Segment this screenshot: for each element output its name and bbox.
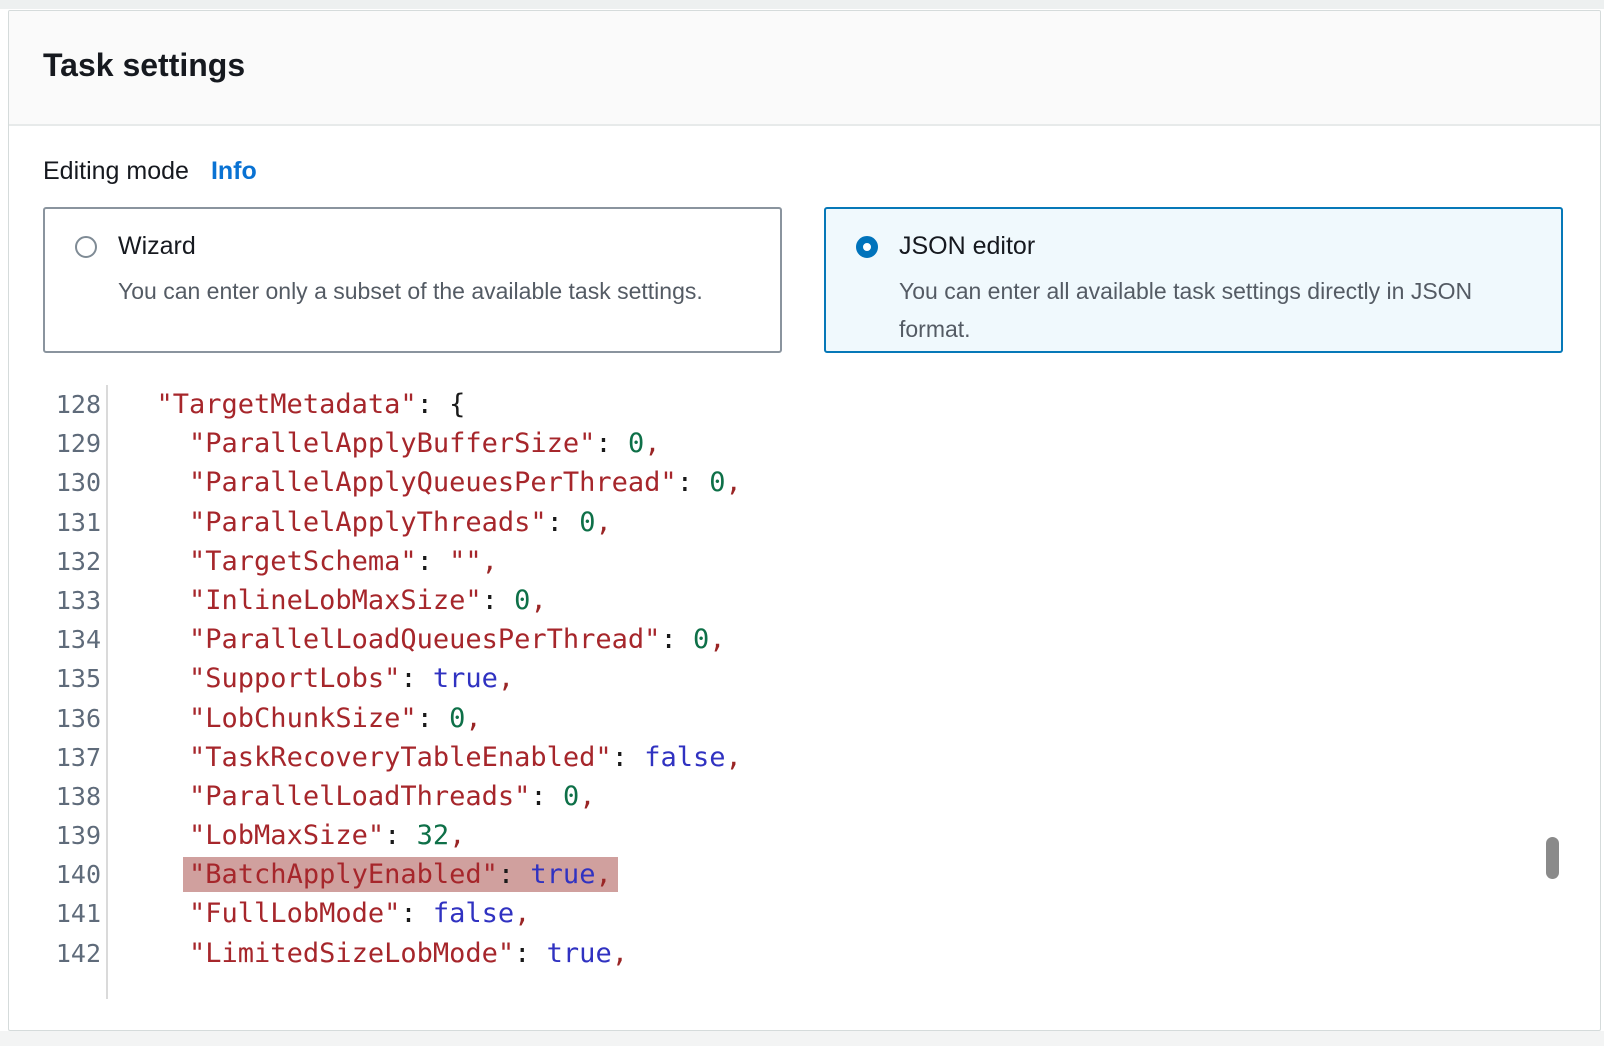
code-line[interactable]: 135 "SupportLobs": true, (9, 659, 1529, 698)
page-top-divider (0, 0, 1604, 9)
code-text: "TargetMetadata": { (108, 385, 465, 424)
option-desc-json-editor: You can enter all available task setting… (899, 272, 1519, 348)
code-line-empty[interactable] (9, 973, 1529, 999)
line-number: 139 (9, 816, 108, 855)
code-text: "SupportLobs": true, (108, 659, 514, 698)
option-card-wizard[interactable]: Wizard You can enter only a subset of th… (43, 207, 782, 353)
code-text: "TaskRecoveryTableEnabled": false, (108, 738, 742, 777)
code-text: "ParallelApplyThreads": 0, (108, 503, 612, 542)
info-link[interactable]: Info (211, 157, 257, 185)
option-head: JSON editor (856, 232, 1533, 261)
code-line[interactable]: 141 "FullLobMode": false, (9, 894, 1529, 933)
code-line[interactable]: 138 "ParallelLoadThreads": 0, (9, 777, 1529, 816)
editing-mode-row: Editing mode Info (43, 157, 257, 186)
editing-mode-options: Wizard You can enter only a subset of th… (43, 207, 1563, 353)
code-text: "ParallelApplyQueuesPerThread": 0, (108, 463, 742, 502)
code-text: "LimitedSizeLobMode": true, (108, 934, 628, 973)
line-number: 138 (9, 777, 108, 816)
option-title-wizard: Wizard (118, 232, 196, 261)
line-number: 130 (9, 463, 108, 502)
json-code-editor[interactable]: 128 "TargetMetadata": {129 "ParallelAppl… (9, 385, 1529, 999)
line-number: 133 (9, 581, 108, 620)
code-line[interactable]: 137 "TaskRecoveryTableEnabled": false, (9, 738, 1529, 777)
line-number: 140 (9, 855, 108, 894)
code-text: "TargetSchema": "", (108, 542, 498, 581)
option-card-json-editor[interactable]: JSON editor You can enter all available … (824, 207, 1563, 353)
code-line[interactable]: 131 "ParallelApplyThreads": 0, (9, 503, 1529, 542)
radio-selected-icon[interactable] (856, 236, 878, 258)
line-number: 137 (9, 738, 108, 777)
option-desc-wizard: You can enter only a subset of the avail… (118, 272, 738, 310)
line-number: 135 (9, 659, 108, 698)
code-line[interactable]: 133 "InlineLobMaxSize": 0, (9, 581, 1529, 620)
line-number: 131 (9, 503, 108, 542)
line-number: 142 (9, 934, 108, 973)
code-line[interactable]: 128 "TargetMetadata": { (9, 385, 1529, 424)
line-number: 136 (9, 699, 108, 738)
highlighted-code: "BatchApplyEnabled": true, (183, 857, 618, 892)
radio-unselected-icon[interactable] (75, 236, 97, 258)
code-text: "InlineLobMaxSize": 0, (108, 581, 547, 620)
code-text: "LobChunkSize": 0, (108, 699, 482, 738)
code-text: "ParallelLoadThreads": 0, (108, 777, 595, 816)
code-text: "ParallelApplyBufferSize": 0, (108, 424, 660, 463)
line-number: 134 (9, 620, 108, 659)
editing-mode-label: Editing mode (43, 157, 189, 185)
option-head: Wizard (75, 232, 752, 261)
code-line[interactable]: 129 "ParallelApplyBufferSize": 0, (9, 424, 1529, 463)
panel-title: Task settings (43, 47, 1600, 84)
code-line[interactable]: 134 "ParallelLoadQueuesPerThread": 0, (9, 620, 1529, 659)
code-line[interactable]: 139 "LobMaxSize": 32, (9, 816, 1529, 855)
code-line[interactable]: 132 "TargetSchema": "", (9, 542, 1529, 581)
code-line[interactable]: 140 "BatchApplyEnabled": true, (9, 855, 1529, 894)
code-text: "FullLobMode": false, (108, 894, 530, 933)
line-number: 128 (9, 385, 108, 424)
code-line[interactable]: 136 "LobChunkSize": 0, (9, 699, 1529, 738)
code-text: "LobMaxSize": 32, (108, 816, 465, 855)
page-bottom-divider (0, 1031, 1604, 1046)
panel-header: Task settings (9, 11, 1600, 126)
option-title-json-editor: JSON editor (899, 232, 1035, 261)
line-number: 141 (9, 894, 108, 933)
line-number: 129 (9, 424, 108, 463)
code-text: "BatchApplyEnabled": true, (108, 855, 612, 894)
scrollbar-thumb[interactable] (1546, 837, 1559, 879)
task-settings-panel: Task settings Editing mode Info Wizard Yo… (8, 10, 1601, 1031)
code-text: "ParallelLoadQueuesPerThread": 0, (108, 620, 726, 659)
line-number (9, 973, 108, 999)
code-line[interactable]: 130 "ParallelApplyQueuesPerThread": 0, (9, 463, 1529, 502)
line-number: 132 (9, 542, 108, 581)
code-line[interactable]: 142 "LimitedSizeLobMode": true, (9, 934, 1529, 973)
